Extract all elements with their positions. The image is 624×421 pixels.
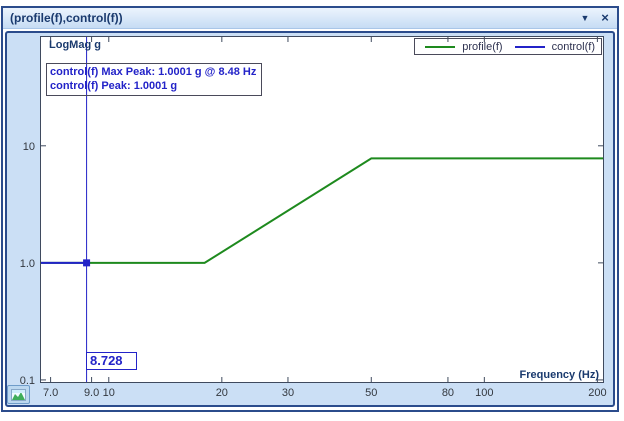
x-tick-label: 80 bbox=[442, 387, 454, 399]
plot-area[interactable]: 7.09.010203050801002000.11.010 LogMag g … bbox=[40, 36, 604, 383]
legend-label-profile: profile(f) bbox=[462, 41, 502, 53]
chart-thumbnail-icon bbox=[11, 389, 26, 401]
x-tick-label: 9.0 bbox=[84, 387, 99, 399]
y-tick-label: 1.0 bbox=[20, 258, 35, 270]
x-tick-label: 30 bbox=[282, 387, 294, 399]
y-tick-label: 10 bbox=[23, 141, 35, 153]
y-axis-title: LogMag g bbox=[49, 39, 101, 51]
x-tick-label: 7.0 bbox=[43, 387, 58, 399]
profile-line-swatch bbox=[425, 46, 455, 48]
chart-thumbnail-button[interactable] bbox=[7, 385, 30, 404]
peak-annotation-box: control(f) Max Peak: 1.0001 g @ 8.48 Hz … bbox=[46, 63, 262, 96]
titlebar: (profile(f),control(f)) ▼ × bbox=[3, 8, 617, 29]
x-tick-label: 10 bbox=[103, 387, 115, 399]
annotation-line-2: control(f) Peak: 1.0001 g bbox=[50, 79, 256, 93]
x-axis-title: Frequency (Hz) bbox=[520, 369, 599, 381]
annotation-line-1: control(f) Max Peak: 1.0001 g @ 8.48 Hz bbox=[50, 65, 256, 79]
x-tick-label: 50 bbox=[365, 387, 377, 399]
series-line-profilef bbox=[41, 158, 603, 263]
close-icon[interactable]: × bbox=[597, 10, 613, 26]
legend-label-control: control(f) bbox=[552, 41, 595, 53]
legend: profile(f) control(f) bbox=[414, 38, 602, 55]
x-tick-label: 20 bbox=[216, 387, 228, 399]
cursor-frequency-readout[interactable]: 8.728 bbox=[86, 352, 137, 370]
dropdown-arrow-icon[interactable]: ▼ bbox=[577, 10, 593, 26]
cursor-marker[interactable] bbox=[83, 259, 90, 266]
x-tick-label: 200 bbox=[588, 387, 606, 399]
x-tick-label: 100 bbox=[475, 387, 493, 399]
control-line-swatch bbox=[515, 46, 545, 48]
window-title: (profile(f),control(f)) bbox=[3, 11, 577, 25]
